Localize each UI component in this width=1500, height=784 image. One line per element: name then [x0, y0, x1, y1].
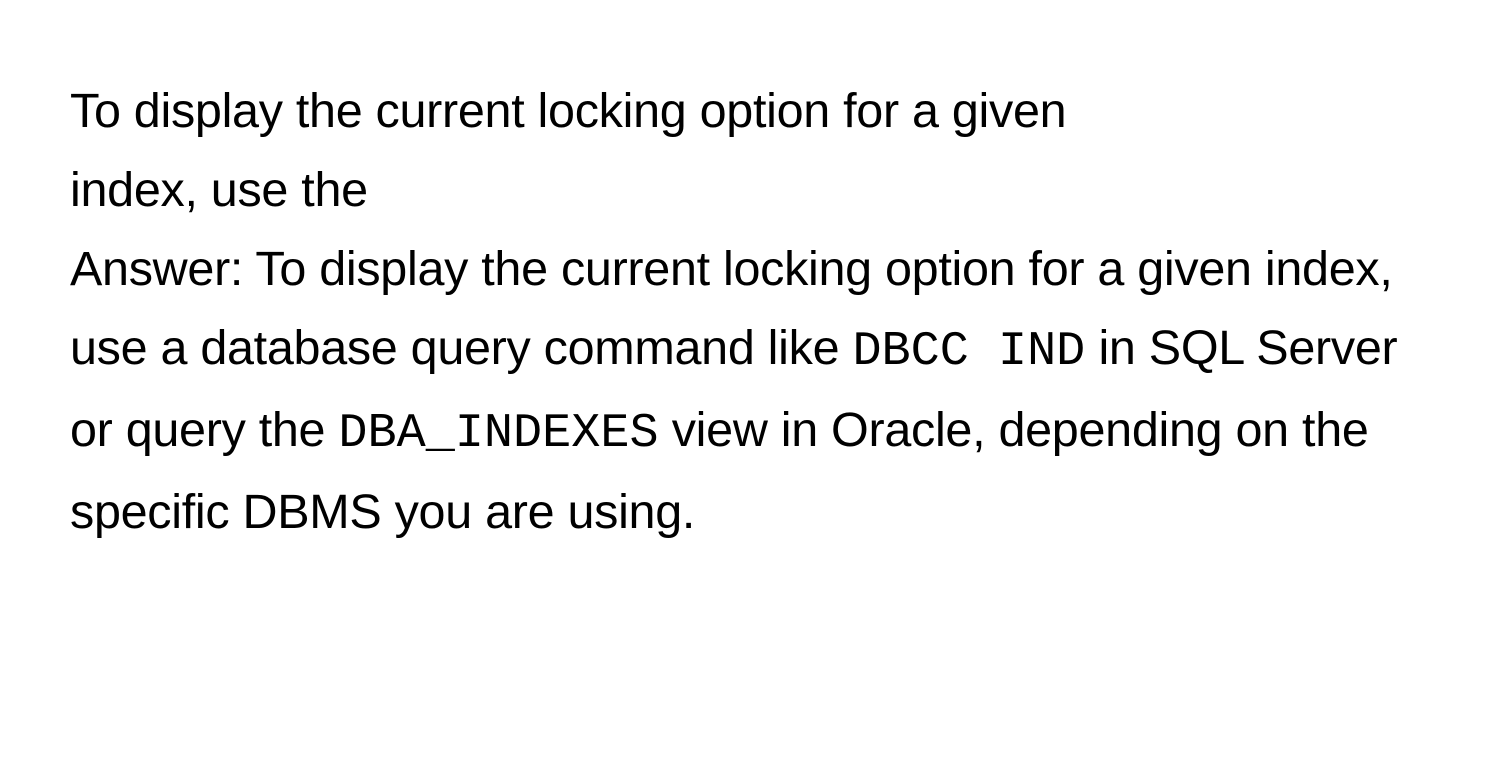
question-line1: To display the current locking option fo… [70, 84, 1066, 138]
code-dba-indexes: DBA_INDEXES [338, 406, 658, 461]
answer-prefix: Answer: [70, 242, 255, 296]
document-body: To display the current locking option fo… [70, 72, 1430, 552]
code-dbcc-ind: DBCC IND [852, 324, 1085, 379]
question-line2: index, use the [70, 163, 368, 217]
